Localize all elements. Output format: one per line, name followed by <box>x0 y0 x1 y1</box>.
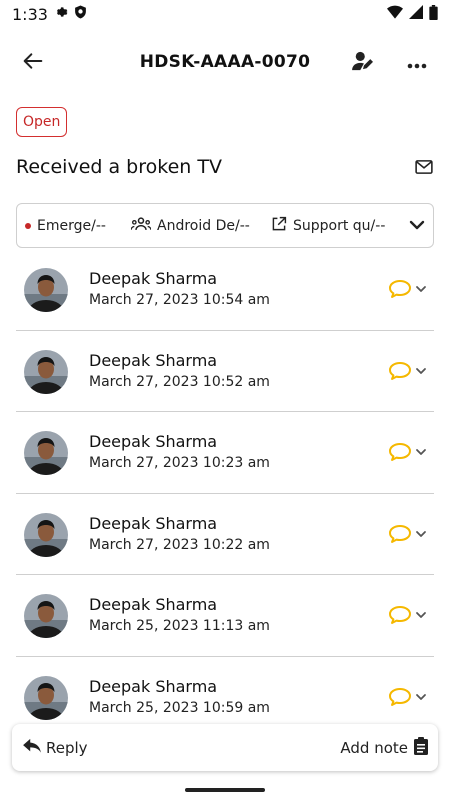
more-options-button[interactable] <box>402 48 432 78</box>
team-selector[interactable]: Android De/-- <box>130 216 265 235</box>
chevron-down-icon <box>409 218 425 234</box>
back-arrow-icon <box>23 52 43 74</box>
chevron-down-icon[interactable] <box>414 444 428 458</box>
avatar <box>24 268 68 312</box>
chevron-down-icon[interactable] <box>414 526 428 540</box>
status-badge[interactable]: Open <box>16 107 68 137</box>
back-button[interactable] <box>18 48 48 78</box>
add-note-label: Add note <box>340 738 408 757</box>
status-time: 1:33 <box>12 4 48 24</box>
conversation-timestamp: March 27, 2023 10:52 am <box>89 373 270 390</box>
ticket-id-title: HDSK-AAAA-0070 <box>139 52 311 72</box>
conversation-timestamp: March 25, 2023 10:59 am <box>89 699 270 716</box>
shield-icon <box>74 5 87 23</box>
home-gesture-handle[interactable] <box>185 788 265 792</box>
channel-label: Support qu/-- <box>293 217 386 234</box>
conversation-author: Deepak Sharma <box>89 595 218 614</box>
avatar <box>24 594 68 638</box>
chat-bubble-icon <box>388 524 412 544</box>
avatar <box>24 431 68 475</box>
open-external-icon <box>271 216 287 236</box>
chevron-down-icon[interactable] <box>414 363 428 377</box>
reply-label: Reply <box>46 738 88 757</box>
chat-bubble-icon <box>388 687 412 707</box>
gear-icon <box>54 5 68 23</box>
chevron-down-icon[interactable] <box>414 607 428 621</box>
signal-icon <box>409 5 423 23</box>
ticket-subject: Received a broken TV <box>16 156 222 178</box>
add-note-button[interactable]: Add note <box>340 736 428 759</box>
conversation-author: Deepak Sharma <box>89 269 218 288</box>
ticket-meta-bar: Emerge/-- Android De/-- Support qu/-- <box>16 203 434 248</box>
system-nav-bar <box>0 782 450 800</box>
chat-bubble-icon <box>388 605 412 625</box>
bottom-action-bar: Reply Add note <box>12 724 438 771</box>
conversation-author: Deepak Sharma <box>89 513 218 533</box>
chat-bubble-icon <box>388 279 412 299</box>
meta-expand-button[interactable] <box>409 218 425 234</box>
conversation-author: Deepak Sharma <box>89 432 218 451</box>
mail-icon <box>415 159 433 178</box>
more-horizontal-icon <box>407 54 427 73</box>
reply-arrow-icon <box>22 738 42 758</box>
conversation-author: Deepak Sharma <box>89 676 218 696</box>
wifi-icon <box>387 5 403 23</box>
conversation-item[interactable]: Deepak Sharma March 27, 2023 10:52 am <box>16 331 434 412</box>
chat-bubble-icon <box>388 361 412 381</box>
status-bar: 1:33 <box>0 0 450 28</box>
chat-bubble-icon <box>388 442 412 462</box>
avatar <box>24 675 68 720</box>
avatar <box>24 349 68 394</box>
group-icon <box>130 216 152 235</box>
conversation-author: Deepak Sharma <box>89 350 218 370</box>
assign-agent-icon <box>352 51 374 75</box>
conversation-item[interactable]: Deepak Sharma March 27, 2023 10:22 am <box>16 494 434 575</box>
conversation-timestamp: March 25, 2023 11:13 am <box>89 618 270 634</box>
priority-selector[interactable]: Emerge/-- <box>25 218 121 234</box>
clipboard-icon <box>414 736 428 759</box>
assign-agent-button[interactable] <box>348 48 378 78</box>
app-bar: HDSK-AAAA-0070 <box>0 40 450 84</box>
chevron-down-icon[interactable] <box>414 281 428 295</box>
battery-icon <box>429 4 438 24</box>
conversation-timestamp: March 27, 2023 10:23 am <box>89 455 270 471</box>
conversation-timestamp: March 27, 2023 10:22 am <box>89 536 270 553</box>
conversation-item[interactable]: Deepak Sharma March 25, 2023 11:13 am <box>16 575 434 657</box>
priority-label: Emerge/-- <box>37 217 106 234</box>
priority-dot-icon <box>25 222 31 229</box>
channel-selector[interactable]: Support qu/-- <box>271 216 401 236</box>
conversation-timestamp: March 27, 2023 10:54 am <box>89 292 270 308</box>
email-button[interactable] <box>412 156 436 180</box>
conversation-item[interactable]: Deepak Sharma March 27, 2023 10:54 am <box>16 249 434 331</box>
conversation-item[interactable]: Deepak Sharma March 27, 2023 10:23 am <box>16 412 434 494</box>
conversation-list: Deepak Sharma March 27, 2023 10:54 am De… <box>16 249 434 738</box>
team-label: Android De/-- <box>157 217 250 234</box>
avatar <box>24 512 68 557</box>
chevron-down-icon[interactable] <box>414 689 428 703</box>
reply-button[interactable]: Reply <box>22 738 88 758</box>
